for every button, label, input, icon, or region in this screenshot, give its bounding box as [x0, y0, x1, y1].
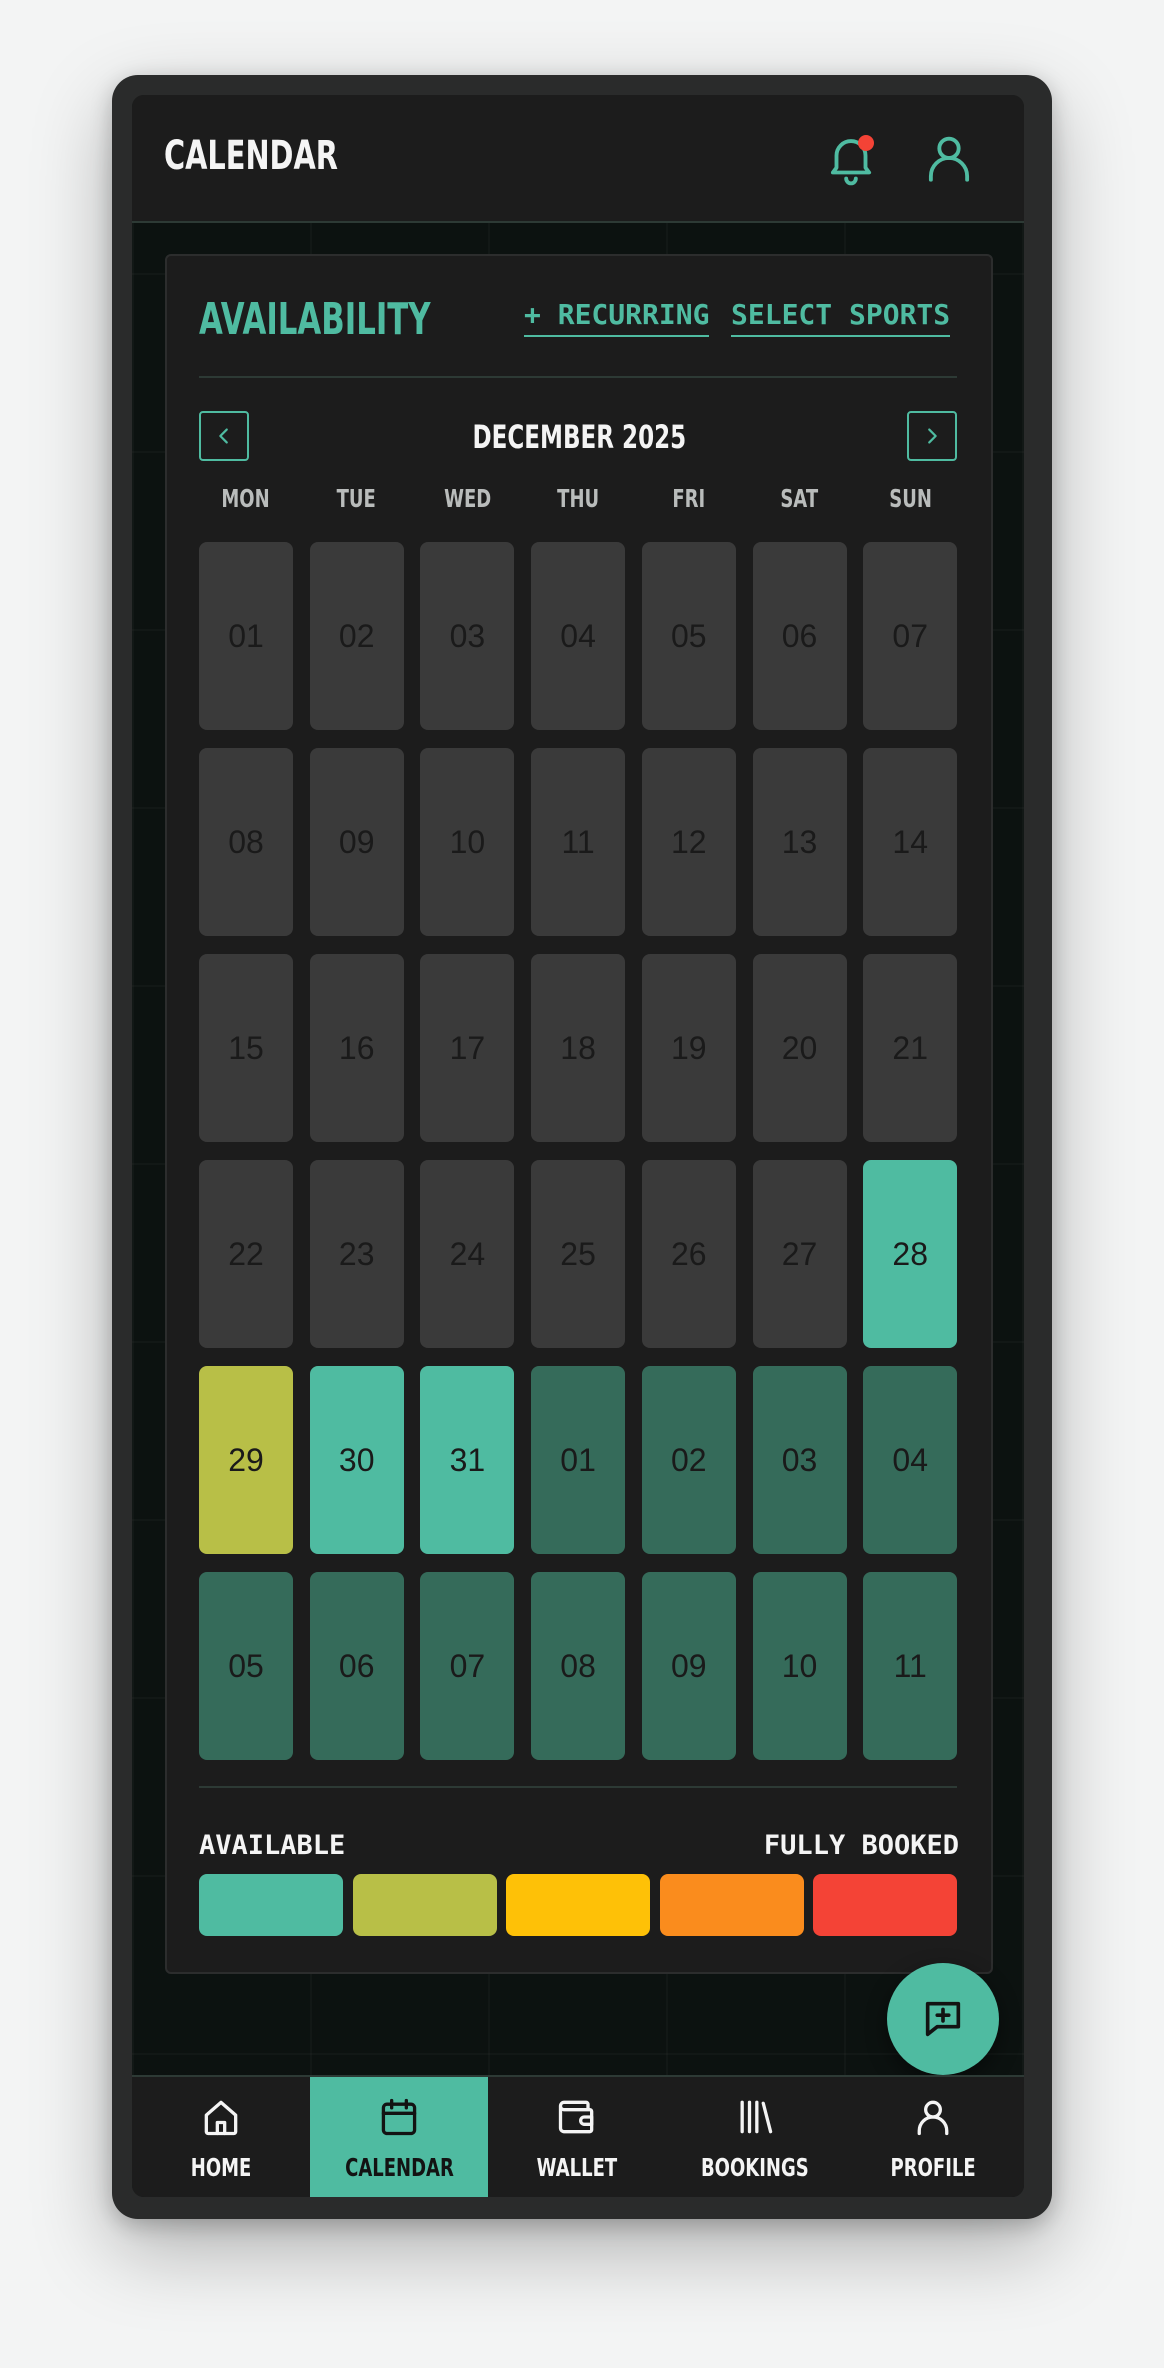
bookings-icon [740, 2100, 773, 2134]
day-cell[interactable]: 06 [752, 542, 847, 730]
tab-label: HOME [190, 2153, 252, 2182]
message-plus-icon [925, 2001, 961, 2037]
day-cell[interactable]: 25 [531, 1160, 626, 1348]
next-month-button[interactable] [907, 411, 957, 461]
day-cell[interactable]: 31 [420, 1366, 515, 1554]
top-bar: CALENDAR [132, 95, 1024, 223]
weekday-label: WED [443, 484, 491, 513]
day-cell[interactable]: 12 [641, 748, 736, 936]
page-title: CALENDAR [164, 133, 338, 179]
day-cell[interactable]: 22 [199, 1160, 293, 1348]
legend-swatch [199, 1874, 343, 1936]
day-cell[interactable]: 03 [752, 1366, 847, 1554]
weekday-label: THU [557, 484, 600, 513]
day-cell[interactable]: 16 [309, 954, 404, 1142]
chat-fab-button[interactable] [887, 1963, 999, 2075]
day-cell[interactable]: 26 [641, 1160, 736, 1348]
day-cell[interactable]: 27 [752, 1160, 847, 1348]
tab-wallet[interactable]: WALLET [488, 2077, 666, 2197]
day-cell[interactable]: 04 [531, 542, 626, 730]
legend-available-label: AVAILABLE [199, 1830, 346, 1861]
notification-dot [858, 135, 874, 151]
month-label: DECEMBER 2025 [472, 418, 686, 456]
legend-swatch [352, 1874, 497, 1936]
day-cell[interactable]: 11 [531, 748, 626, 936]
chevron-right-icon [928, 428, 937, 444]
day-cell[interactable]: 13 [752, 748, 847, 936]
tab-label: WALLET [536, 2153, 618, 2182]
availability-card: AVAILABILITY + RECURRING SELECT SPORTS D… [165, 254, 993, 1974]
day-cell[interactable]: 05 [199, 1572, 293, 1760]
day-cell[interactable]: 30 [309, 1366, 404, 1554]
day-cell[interactable]: 02 [309, 542, 404, 730]
divider [199, 376, 957, 378]
legend-swatch [813, 1874, 957, 1936]
tab-calendar[interactable]: CALENDAR [310, 2077, 488, 2197]
legend-swatch [659, 1874, 804, 1936]
day-cell[interactable]: 04 [863, 1366, 958, 1554]
tab-label: PROFILE [890, 2153, 976, 2182]
weekday-label: FRI [672, 484, 706, 513]
weekday-label: MON [221, 484, 271, 513]
legend-fully-booked-label: FULLY BOOKED [763, 1830, 959, 1861]
calendar-icon [381, 2098, 417, 2136]
weekday-label: TUE [337, 484, 377, 513]
day-cell[interactable]: 19 [641, 954, 736, 1142]
day-cell[interactable]: 24 [420, 1160, 515, 1348]
device-frame: CALENDAR AVAILABILITY + RECURRING SELECT… [112, 75, 1052, 2219]
tab-bookings[interactable]: BOOKINGS [666, 2077, 844, 2197]
legend-swatch [506, 1874, 650, 1936]
day-cell[interactable]: 29 [199, 1366, 293, 1554]
day-cell[interactable]: 08 [531, 1572, 626, 1760]
tab-label: BOOKINGS [701, 2153, 809, 2182]
day-cell[interactable]: 08 [199, 748, 293, 936]
day-cell[interactable]: 11 [863, 1572, 958, 1760]
weekday-label: SUN [888, 484, 932, 513]
day-cell[interactable]: 23 [309, 1160, 404, 1348]
availability-title: AVAILABILITY [199, 294, 431, 345]
day-cell[interactable]: 21 [863, 954, 958, 1142]
day-cell[interactable]: 01 [531, 1366, 626, 1554]
day-cell[interactable]: 05 [641, 542, 736, 730]
day-cell[interactable]: 14 [863, 748, 958, 936]
day-cell[interactable]: 20 [752, 954, 847, 1142]
day-cell[interactable]: 09 [309, 748, 404, 936]
select-sports-button[interactable]: SELECT SPORTS [731, 298, 951, 337]
user-icon[interactable] [920, 129, 978, 187]
wallet-icon [558, 2100, 594, 2134]
app-screen: CALENDAR AVAILABILITY + RECURRING SELECT… [132, 95, 1024, 2197]
day-cell[interactable]: 07 [863, 542, 958, 730]
tab-home[interactable]: HOME [132, 2077, 310, 2197]
profile-icon [917, 2100, 949, 2136]
day-cell[interactable]: 10 [752, 1572, 847, 1760]
day-cell[interactable]: 15 [199, 954, 293, 1142]
bottom-nav: HOME CALENDAR WALLET BOOKINGS PROFILE [132, 2075, 1024, 2197]
day-cell[interactable]: 03 [420, 542, 515, 730]
day-cell[interactable]: 10 [420, 748, 515, 936]
weekday-label: SAT [780, 484, 819, 513]
day-cell[interactable]: 17 [420, 954, 515, 1142]
tab-profile[interactable]: PROFILE [844, 2077, 1022, 2197]
home-icon [204, 2100, 238, 2136]
day-cell[interactable]: 18 [531, 954, 626, 1142]
day-cell[interactable]: 06 [309, 1572, 404, 1760]
day-cell[interactable]: 07 [420, 1572, 515, 1760]
recurring-button[interactable]: + RECURRING [524, 298, 710, 337]
divider [199, 1786, 957, 1788]
day-cell[interactable]: 02 [641, 1366, 736, 1554]
day-cell[interactable]: 01 [199, 542, 293, 730]
day-cell[interactable]: 28 [863, 1160, 958, 1348]
day-cell[interactable]: 09 [641, 1572, 736, 1760]
tab-label: CALENDAR [344, 2153, 454, 2182]
